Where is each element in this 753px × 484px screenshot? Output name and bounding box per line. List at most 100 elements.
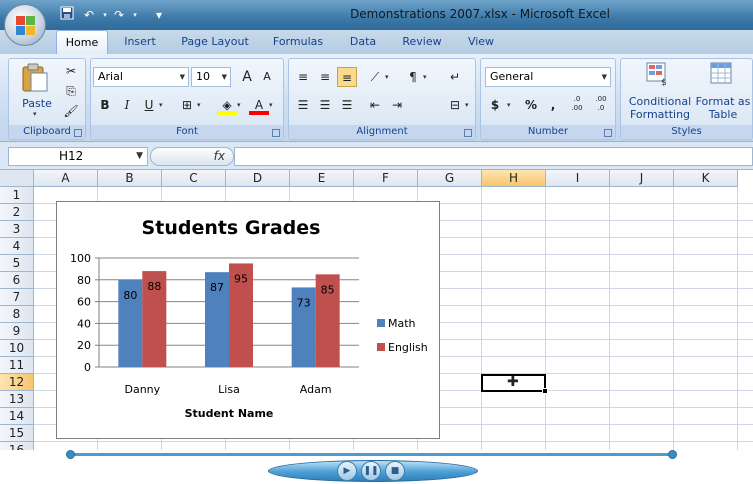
grow-font-button[interactable]: A bbox=[237, 67, 257, 87]
pause-icon[interactable]: ❚❚ bbox=[361, 461, 381, 481]
align-left-icon[interactable]: ☰ bbox=[293, 95, 313, 115]
playback-scrubber[interactable] bbox=[70, 453, 675, 456]
font-size-select[interactable]: 10 ▼ bbox=[191, 67, 231, 87]
increase-indent-icon[interactable]: ⇥ bbox=[387, 95, 407, 115]
number-launcher-icon[interactable] bbox=[604, 129, 612, 137]
align-top-icon[interactable]: ≡ bbox=[293, 67, 313, 87]
underline-button[interactable]: U bbox=[139, 95, 159, 115]
row-header-13[interactable]: 13 bbox=[0, 391, 34, 408]
currency-button[interactable]: $ bbox=[485, 95, 505, 115]
column-header-f[interactable]: F bbox=[354, 170, 418, 187]
column-header-j[interactable]: J bbox=[610, 170, 674, 187]
column-header-g[interactable]: G bbox=[418, 170, 482, 187]
tab-page-layout[interactable]: Page Layout bbox=[176, 30, 254, 54]
font-launcher-icon[interactable] bbox=[272, 129, 280, 137]
active-cell[interactable]: ✚ bbox=[481, 374, 546, 392]
paste-button[interactable]: Paste bbox=[15, 97, 59, 110]
tab-view[interactable]: View bbox=[460, 30, 502, 54]
row-header-15[interactable]: 15 bbox=[0, 425, 34, 442]
align-right-icon[interactable]: ☰ bbox=[337, 95, 357, 115]
decrease-decimal-button[interactable]: .00 .0 bbox=[591, 95, 611, 115]
conditional-formatting-icon[interactable]: $ bbox=[645, 61, 671, 88]
tab-data[interactable]: Data bbox=[342, 30, 384, 54]
row-header-6[interactable]: 6 bbox=[0, 272, 34, 289]
row-header-4[interactable]: 4 bbox=[0, 238, 34, 255]
column-header-b[interactable]: B bbox=[98, 170, 162, 187]
customize-qat-icon[interactable]: ▾ bbox=[150, 6, 168, 24]
percent-button[interactable]: % bbox=[521, 95, 541, 115]
borders-icon[interactable]: ⊞ bbox=[177, 95, 197, 115]
tab-insert[interactable]: Insert bbox=[116, 30, 164, 54]
cut-icon[interactable]: ✂ bbox=[61, 61, 81, 81]
format-as-table-button[interactable]: Format as Table bbox=[695, 95, 751, 121]
tab-review[interactable]: Review bbox=[396, 30, 448, 54]
tab-home[interactable]: Home bbox=[56, 30, 108, 54]
decrease-indent-icon[interactable]: ⇤ bbox=[365, 95, 385, 115]
currency-dropdown-icon[interactable]: ▾ bbox=[507, 101, 511, 109]
fill-handle[interactable] bbox=[542, 388, 548, 394]
wrap-text-icon[interactable]: ↵ bbox=[445, 67, 465, 87]
comma-button[interactable]: , bbox=[543, 95, 563, 115]
chart[interactable]: Students Grades 0 20 40 60 80 100 80 88 Danny 87 95… bbox=[56, 201, 440, 439]
borders-dropdown-icon[interactable]: ▾ bbox=[197, 101, 201, 109]
name-box[interactable]: H12 ▼ bbox=[8, 147, 148, 166]
stop-icon[interactable]: ■ bbox=[385, 461, 405, 481]
format-as-table-icon[interactable] bbox=[709, 61, 735, 87]
insert-function-button[interactable]: fx bbox=[150, 147, 234, 166]
merge-center-icon[interactable]: ⊟ bbox=[445, 95, 465, 115]
increase-decimal-button[interactable]: .0 .00 bbox=[567, 95, 587, 115]
tab-formulas[interactable]: Formulas bbox=[266, 30, 330, 54]
column-header-d[interactable]: D bbox=[226, 170, 290, 187]
scrubber-start-knob[interactable] bbox=[66, 450, 75, 459]
row-header-12[interactable]: 12 bbox=[0, 374, 34, 391]
copy-icon[interactable]: ⎘ bbox=[61, 81, 81, 101]
number-format-select[interactable]: General ▼ bbox=[485, 67, 611, 87]
orientation-dropdown-icon[interactable]: ▾ bbox=[385, 73, 389, 81]
worksheet-grid[interactable]: ABCDEFGHIJK 1 2 3 4 5 6 7 8 9 10 11 12 13 14 15 16 ✚ St… bbox=[0, 170, 753, 450]
office-button[interactable] bbox=[4, 4, 46, 46]
row-header-8[interactable]: 8 bbox=[0, 306, 34, 323]
row-header-16[interactable]: 16 bbox=[0, 442, 34, 450]
shrink-font-button[interactable]: A bbox=[257, 67, 277, 87]
redo-dropdown-icon[interactable]: ▾ bbox=[126, 6, 144, 24]
orientation-icon[interactable]: ⟋ bbox=[365, 67, 385, 87]
align-center-icon[interactable]: ☰ bbox=[315, 95, 335, 115]
underline-dropdown-icon[interactable]: ▾ bbox=[159, 101, 163, 109]
font-name-select[interactable]: Arial ▼ bbox=[93, 67, 189, 87]
text-direction-dropdown-icon[interactable]: ▾ bbox=[423, 73, 427, 81]
paste-icon[interactable] bbox=[21, 63, 49, 93]
align-bottom-icon[interactable]: ≡ bbox=[337, 67, 357, 87]
font-color-dropdown-icon[interactable]: ▾ bbox=[269, 101, 273, 109]
paste-dropdown-icon[interactable]: ▾ bbox=[33, 110, 37, 118]
column-header-e[interactable]: E bbox=[290, 170, 354, 187]
row-header-2[interactable]: 2 bbox=[0, 204, 34, 221]
formula-input[interactable] bbox=[234, 147, 753, 166]
row-header-9[interactable]: 9 bbox=[0, 323, 34, 340]
column-header-c[interactable]: C bbox=[162, 170, 226, 187]
save-icon[interactable] bbox=[58, 6, 76, 24]
row-header-3[interactable]: 3 bbox=[0, 221, 34, 238]
column-header-a[interactable]: A bbox=[34, 170, 98, 187]
scrubber-end-knob[interactable] bbox=[668, 450, 677, 459]
clipboard-launcher-icon[interactable] bbox=[74, 129, 82, 137]
bold-button[interactable]: B bbox=[95, 95, 115, 115]
column-header-h[interactable]: H bbox=[482, 170, 546, 187]
format-painter-icon[interactable]: 🖌 bbox=[61, 101, 81, 121]
text-direction-icon[interactable]: ¶ bbox=[403, 67, 423, 87]
row-header-10[interactable]: 10 bbox=[0, 340, 34, 357]
conditional-formatting-button[interactable]: Conditional Formatting bbox=[625, 95, 695, 121]
column-header-k[interactable]: K bbox=[674, 170, 738, 187]
play-icon[interactable]: ▶ bbox=[337, 461, 357, 481]
fill-color-dropdown-icon[interactable]: ▾ bbox=[237, 101, 241, 109]
alignment-launcher-icon[interactable] bbox=[464, 129, 472, 137]
row-header-11[interactable]: 11 bbox=[0, 357, 34, 374]
font-color-button[interactable]: A bbox=[249, 95, 269, 115]
align-middle-icon[interactable]: ≡ bbox=[315, 67, 335, 87]
row-header-14[interactable]: 14 bbox=[0, 408, 34, 425]
italic-button[interactable]: I bbox=[117, 95, 137, 115]
row-header-1[interactable]: 1 bbox=[0, 187, 34, 204]
row-header-7[interactable]: 7 bbox=[0, 289, 34, 306]
fill-color-icon[interactable]: ◈ bbox=[217, 95, 237, 115]
row-header-5[interactable]: 5 bbox=[0, 255, 34, 272]
merge-dropdown-icon[interactable]: ▾ bbox=[465, 101, 469, 109]
